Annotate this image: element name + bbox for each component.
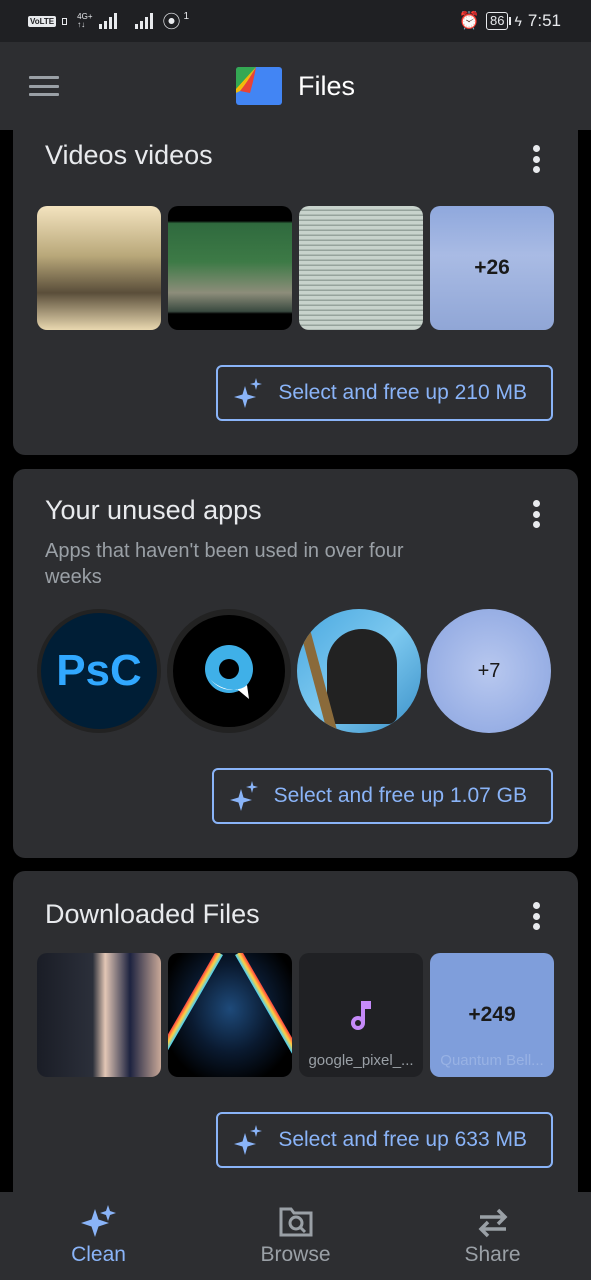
folder-search-icon — [279, 1207, 312, 1237]
video-thumbnail[interactable] — [299, 206, 423, 330]
music-note-icon — [351, 1001, 371, 1030]
audio-file-thumbnail[interactable]: google_pixel_... — [299, 953, 423, 1077]
nav-label: Share — [464, 1243, 521, 1266]
app-icon-quik[interactable] — [167, 609, 291, 733]
more-options-icon[interactable] — [532, 145, 540, 173]
clock: 7:51 — [527, 11, 561, 30]
more-options-icon[interactable] — [532, 902, 540, 930]
more-apps[interactable]: +7 — [427, 609, 551, 733]
card-subtitle: Apps that haven't been used in over four… — [45, 540, 404, 588]
battery-icon: 86 — [486, 12, 509, 30]
videos-card: Videos videos +26 Select and free up 210… — [13, 130, 578, 455]
file-name: google_pixel_... — [308, 1052, 414, 1069]
status-bar: VoLTE 4G+ ↑↓ ⦿ 1 ⏰ 86 ϟ 7:51 — [0, 0, 591, 42]
free-up-downloads-button[interactable]: Select and free up 633 MB — [216, 1112, 553, 1168]
free-up-label: Select and free up 633 MB — [278, 1128, 527, 1151]
sim-icon — [62, 17, 68, 25]
sparkle-icon — [234, 378, 263, 408]
signal-icon — [134, 13, 153, 29]
video-thumbnail[interactable] — [37, 206, 161, 330]
nav-share[interactable]: Share — [413, 1205, 573, 1267]
more-downloads-thumbnail[interactable]: Quantum Bell... +249 — [430, 953, 554, 1077]
network-type-icon: 4G+ ↑↓ — [77, 12, 93, 29]
swap-arrows-icon — [478, 1208, 507, 1238]
quik-logo-icon — [205, 645, 253, 699]
sparkle-icon — [234, 1125, 263, 1155]
unused-apps-card: Your unused apps Apps that haven't been … — [13, 469, 578, 858]
battery-tip — [509, 17, 512, 25]
card-title: Your unused apps — [45, 495, 262, 525]
clean-feed[interactable]: Videos videos +26 Select and free up 210… — [0, 130, 591, 1192]
free-up-apps-button[interactable]: Select and free up 1.07 GB — [211, 768, 553, 824]
nav-label: Browse — [260, 1243, 331, 1266]
hotspot-count: 1 — [183, 10, 190, 22]
more-options-icon[interactable] — [532, 500, 540, 528]
card-title: Videos videos — [45, 140, 213, 170]
image-thumbnail[interactable] — [37, 953, 161, 1077]
video-thumbnail[interactable] — [168, 206, 292, 330]
downloaded-files-card: Downloaded Files google_pixel_... Quantu… — [13, 871, 578, 1192]
bottom-navigation: Clean Browse Share — [0, 1192, 591, 1280]
free-up-videos-button[interactable]: Select and free up 210 MB — [216, 365, 553, 421]
card-title: Downloaded Files — [45, 899, 260, 929]
free-up-label: Select and free up 1.07 GB — [273, 784, 527, 807]
hamburger-menu-icon[interactable] — [29, 76, 59, 96]
app-bar: Files — [0, 42, 591, 130]
nav-label: Clean — [71, 1243, 126, 1266]
volte-icon: VoLTE — [28, 15, 57, 27]
files-logo-icon — [235, 67, 282, 105]
hotspot-icon: ⦿ — [162, 12, 181, 32]
more-count: +26 — [474, 256, 510, 279]
alarm-icon: ⏰ — [458, 11, 481, 30]
sparkle-icon — [229, 781, 258, 811]
app-icon-stick-war[interactable] — [297, 609, 421, 733]
more-count: +249 — [468, 1003, 516, 1026]
free-up-label: Select and free up 210 MB — [278, 381, 527, 404]
app-icon-photoshop-camera[interactable]: PsC — [37, 609, 161, 733]
nav-clean[interactable]: Clean — [19, 1205, 179, 1267]
more-count: +7 — [477, 659, 501, 682]
app-title: Files — [297, 70, 355, 101]
nav-browse[interactable]: Browse — [216, 1205, 376, 1267]
more-videos-thumbnail[interactable]: +26 — [430, 206, 554, 330]
charging-icon: ϟ — [514, 13, 522, 29]
image-thumbnail[interactable] — [168, 953, 292, 1077]
signal-icon — [98, 13, 117, 29]
sparkle-icon — [80, 1205, 116, 1237]
